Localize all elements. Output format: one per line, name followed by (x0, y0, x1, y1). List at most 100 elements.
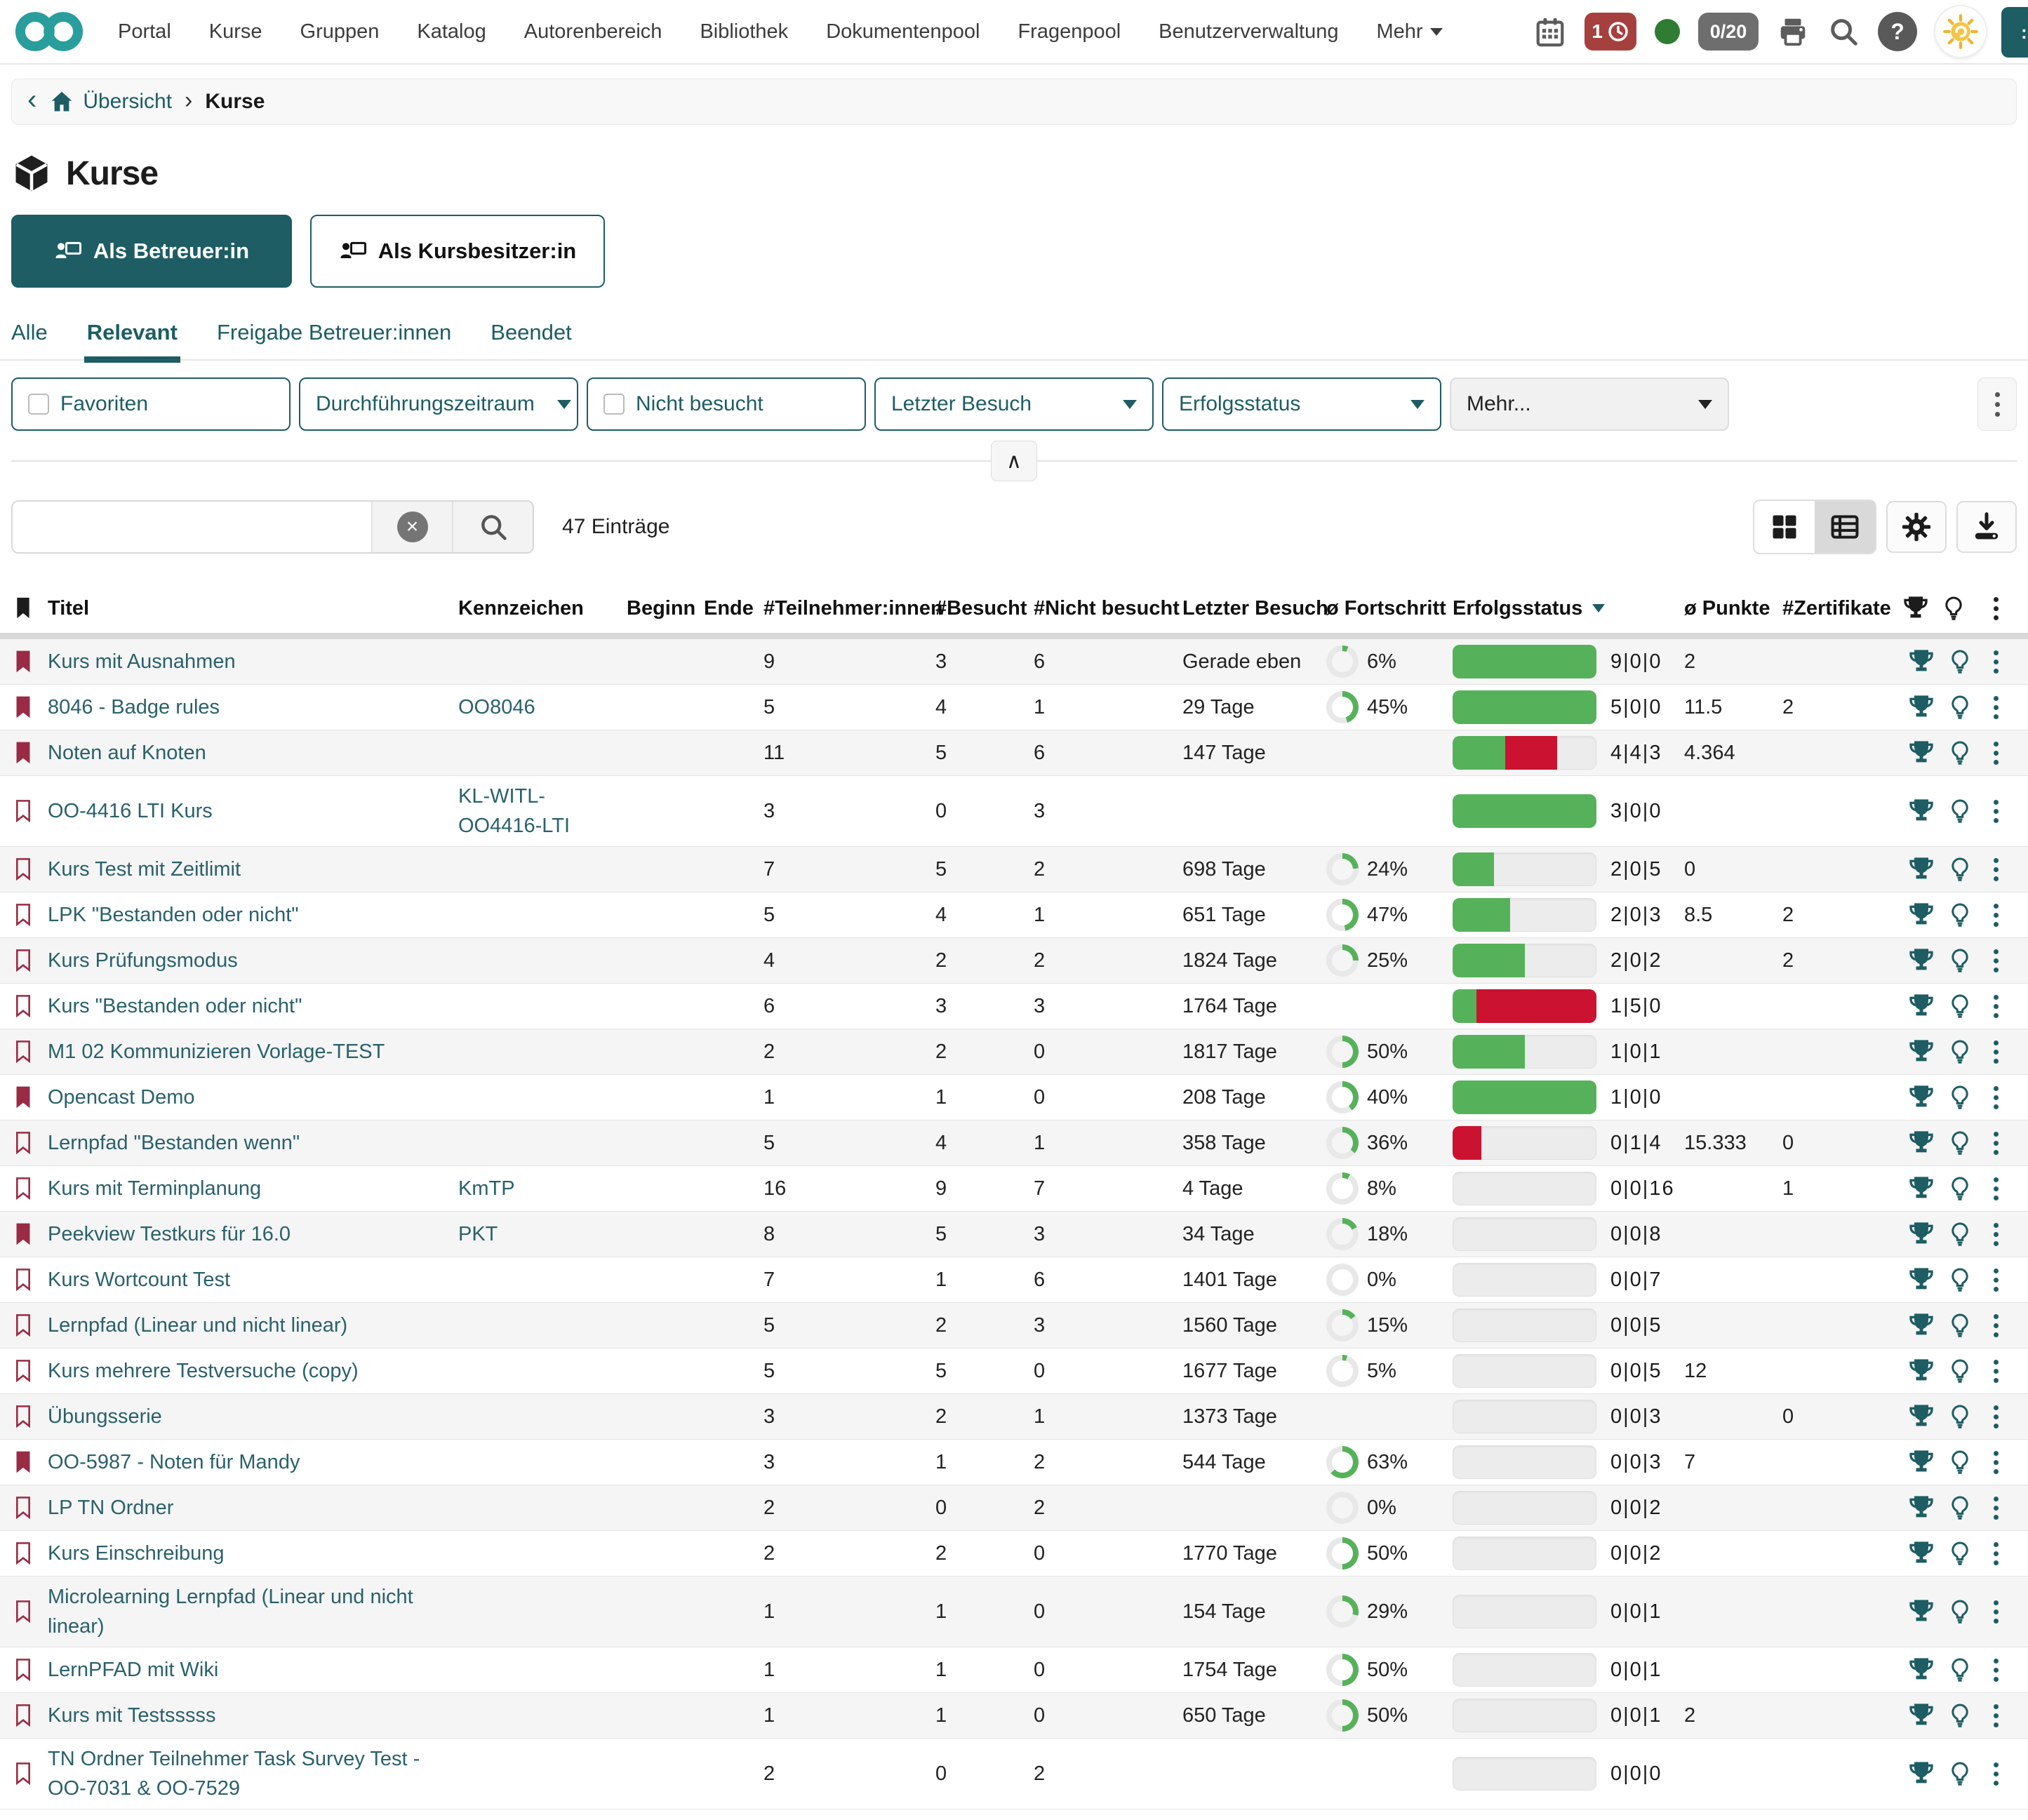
lightbulb-icon[interactable] (1940, 693, 1979, 721)
menu-item[interactable]: Portal (118, 20, 171, 43)
course-title-link[interactable]: LP TN Ordner (48, 1493, 458, 1523)
bookmark-icon[interactable] (14, 741, 48, 765)
trophy-icon[interactable] (1902, 1494, 1940, 1522)
row-menu-icon[interactable] (1979, 1659, 2013, 1682)
bookmark-icon[interactable] (14, 1704, 48, 1727)
menu-item-more[interactable]: Mehr (1377, 20, 1443, 44)
course-title-link[interactable]: M1 02 Kommunizieren Vorlage-TEST (48, 1037, 458, 1066)
table-row[interactable]: Kurs Test mit Zeitlimit 7 5 2 698 Tage 2… (0, 847, 2028, 892)
checkbox[interactable] (28, 394, 49, 415)
course-title-link[interactable]: OO-5987 - Noten für Mandy (48, 1447, 458, 1477)
tab-freigabe-betreuer-innen[interactable]: Freigabe Betreuer:innen (217, 320, 451, 361)
tab-relevant[interactable]: Relevant (87, 320, 178, 361)
lightbulb-icon[interactable] (1940, 739, 1979, 767)
trophy-icon[interactable] (1902, 648, 1940, 676)
lightbulb-icon[interactable] (1940, 1129, 1979, 1157)
trophy-icon[interactable] (1902, 992, 1940, 1020)
lightbulb-icon[interactable] (1940, 1760, 1979, 1788)
course-title-link[interactable]: Lernpfad "Bestanden wenn" (48, 1128, 458, 1158)
bookmark-icon[interactable] (14, 1762, 48, 1786)
course-title-link[interactable]: Lernpfad (Linear und nicht linear) (48, 1311, 458, 1340)
clear-search-button[interactable]: × (373, 502, 452, 552)
table-row[interactable]: Kurs Prüfungsmodus 4 2 2 1824 Tage 25% 2… (0, 938, 2028, 984)
table-row[interactable]: Kurs mit Ausnahmen 9 3 6 Gerade eben 6% … (0, 639, 2028, 685)
course-title-link[interactable]: Kurs mit Ausnahmen (48, 647, 458, 676)
bookmark-icon[interactable] (14, 994, 48, 1018)
bookmark-column-icon[interactable] (14, 596, 48, 620)
submit-search-button[interactable] (452, 502, 533, 552)
lightbulb-icon[interactable] (1940, 1598, 1979, 1626)
search-input[interactable] (13, 502, 371, 552)
lightbulb-icon[interactable] (1940, 1448, 1979, 1476)
row-menu-icon[interactable] (1979, 1704, 2013, 1727)
lightbulb-icon[interactable] (1940, 946, 1979, 975)
course-title-link[interactable]: Noten auf Knoten (48, 738, 458, 768)
trophy-icon[interactable] (1902, 1266, 1940, 1294)
row-menu-icon[interactable] (1979, 1223, 2013, 1246)
row-menu-icon[interactable] (1979, 858, 2013, 881)
table-row[interactable]: Kurs Einschreibung 2 2 0 1770 Tage 50% 0… (0, 1531, 2028, 1577)
quota-badge[interactable]: 0/20 (1698, 13, 1759, 51)
table-row[interactable]: Noten auf Knoten 11 5 6 147 Tage 4|4|3 4… (0, 730, 2028, 776)
trophy-icon[interactable] (1902, 1598, 1940, 1626)
lightbulb-icon[interactable] (1940, 1494, 1979, 1522)
filter-mehr-[interactable]: Mehr... (1450, 377, 1729, 431)
filter-menu-icon[interactable] (1977, 377, 2017, 431)
trophy-icon[interactable] (1902, 1083, 1940, 1111)
lightbulb-icon[interactable] (1940, 992, 1979, 1020)
column-besucht[interactable]: #Besucht (935, 597, 1034, 620)
course-title-link[interactable]: LPK "Bestanden oder nicht" (48, 900, 458, 930)
bookmark-icon[interactable] (14, 1450, 48, 1474)
trophy-icon[interactable] (1902, 855, 1940, 883)
row-menu-icon[interactable] (1979, 1405, 2013, 1428)
trophy-icon[interactable] (1902, 1038, 1940, 1066)
more-label[interactable]: Mehr (1377, 20, 1423, 44)
course-title-link[interactable]: Kurs Einschreibung (48, 1539, 458, 1568)
row-menu-icon[interactable] (1979, 1086, 2013, 1109)
table-row[interactable]: Opencast Demo 1 1 0 208 Tage 40% 1|0|0 (0, 1075, 2028, 1120)
trophy-icon[interactable] (1902, 1656, 1940, 1684)
course-title-link[interactable]: Kurs Wortcount Test (48, 1265, 458, 1294)
menu-item[interactable]: Dokumentenpool (826, 20, 980, 43)
row-menu-icon[interactable] (1979, 1600, 2013, 1624)
column-fortschritt[interactable]: ø Fortschritt (1326, 597, 1453, 620)
print-icon[interactable] (1777, 15, 1809, 48)
row-menu-icon[interactable] (1979, 1360, 2013, 1383)
bookmark-icon[interactable] (14, 903, 48, 927)
bookmark-icon[interactable] (14, 1268, 48, 1292)
lightbulb-icon[interactable] (1940, 797, 1979, 825)
course-title-link[interactable]: Peekview Testkurs für 16.0 (48, 1219, 458, 1249)
bookmark-icon[interactable] (14, 949, 48, 972)
user-avatar[interactable]: :¦ (2001, 7, 2028, 58)
table-row[interactable]: 8046 - Badge rules OO8046 5 4 1 29 Tage … (0, 685, 2028, 730)
bookmark-icon[interactable] (14, 1222, 48, 1246)
row-menu-icon[interactable] (1979, 1762, 2013, 1786)
trophy-icon[interactable] (1902, 901, 1940, 929)
table-row[interactable]: OO-5987 - Noten für Mandy 3 1 2 544 Tage… (0, 1440, 2028, 1485)
row-menu-icon[interactable] (1979, 904, 2013, 927)
menu-item[interactable]: Benutzerverwaltung (1159, 20, 1338, 43)
bookmark-icon[interactable] (14, 1040, 48, 1064)
course-title-link[interactable]: Kurs Prüfungsmodus (48, 946, 458, 975)
table-row[interactable]: Kurs Wortcount Test 7 1 6 1401 Tage 0% 0… (0, 1257, 2028, 1303)
column-letzter-besuch[interactable]: Letzter Besuch (1182, 597, 1326, 620)
row-menu-icon[interactable] (1979, 800, 2013, 823)
menu-item[interactable]: Autorenbereich (524, 20, 662, 43)
table-row[interactable]: Lernpfad "Bestanden wenn" 5 4 1 358 Tage… (0, 1120, 2028, 1166)
course-title-link[interactable]: LernPFAD mit Wiki (48, 1655, 458, 1685)
course-title-link[interactable]: Kurs mit Testsssss (48, 1701, 458, 1730)
row-menu-icon[interactable] (1979, 1041, 2013, 1064)
filter-nicht-besucht[interactable]: Nicht besucht (587, 377, 866, 431)
lightbulb-icon[interactable] (1940, 1357, 1979, 1385)
bookmark-icon[interactable] (14, 1085, 48, 1109)
row-menu-icon[interactable] (1979, 1542, 2013, 1565)
theme-sun-icon[interactable] (1935, 6, 1986, 57)
course-title-link[interactable]: Kurs Test mit Zeitlimit (48, 855, 458, 884)
table-row[interactable]: Lernpfad (Linear und nicht linear) 5 2 3… (0, 1303, 2028, 1349)
lightbulb-icon[interactable] (1940, 1175, 1979, 1203)
course-title-link[interactable]: Opencast Demo (48, 1083, 458, 1112)
bookmark-icon[interactable] (14, 1600, 48, 1624)
tab-beendet[interactable]: Beendet (491, 320, 572, 361)
table-row[interactable]: TN Ordner Teilnehmer Task Survey Test - … (0, 1739, 2028, 1809)
bookmark-icon[interactable] (14, 1658, 48, 1682)
